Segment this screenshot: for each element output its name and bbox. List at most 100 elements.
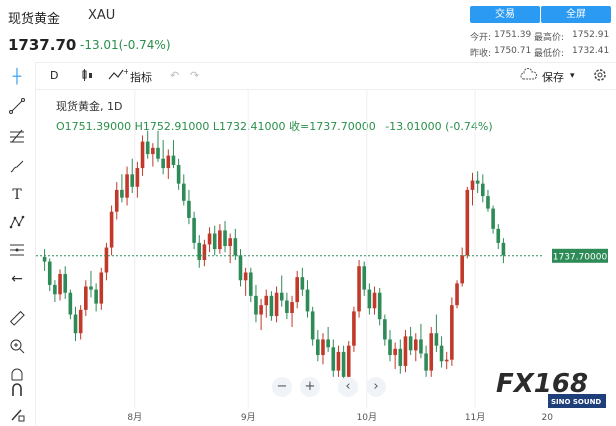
candle-body <box>197 242 202 260</box>
magnet-icon[interactable] <box>8 382 26 400</box>
cloud-icon[interactable] <box>520 68 538 85</box>
candle-body <box>341 351 346 377</box>
candle-body <box>424 353 428 371</box>
scroll-right-button[interactable]: › <box>366 377 386 397</box>
candle-body <box>135 168 140 187</box>
candle-body <box>176 164 181 184</box>
candle-body <box>218 230 222 250</box>
candle-body <box>269 295 274 317</box>
candle-body <box>367 289 372 309</box>
candle-body <box>491 208 495 229</box>
last-price: 1737.70 <box>8 36 77 54</box>
crosshair-icon[interactable]: ┼ <box>8 68 26 86</box>
quote-header: 现货黄金 XAU 1737.70 -13.01(-0.74%) 交易 全屏 今开… <box>0 0 616 62</box>
lock-drawings-icon[interactable] <box>8 406 26 424</box>
candle-body <box>89 286 93 290</box>
indicators-button[interactable]: 指标 <box>130 69 152 85</box>
candle-body <box>475 180 480 184</box>
candle-body <box>279 292 284 301</box>
chart-toolbar: D + 指标 ↶ ↷ 保存 ▾ <box>0 62 616 90</box>
zoom-in-icon[interactable] <box>8 338 26 356</box>
candle-body <box>42 256 47 262</box>
candle-body <box>187 200 191 218</box>
scroll-left-button[interactable]: ‹ <box>338 377 358 397</box>
candle-body <box>63 274 68 293</box>
fib-tool-icon[interactable] <box>8 128 26 146</box>
drawing-toolbar: ┼ T ← <box>0 62 36 426</box>
candle-body <box>223 230 227 246</box>
save-button[interactable]: 保存 <box>542 69 564 85</box>
candle-body <box>104 247 109 273</box>
svg-text:SINO SOUND: SINO SOUND <box>551 398 601 406</box>
candle-body <box>78 309 83 334</box>
candle-body <box>94 289 98 304</box>
high-value: 1752.91 <box>572 30 610 40</box>
candle-body <box>346 345 351 377</box>
candle-body <box>408 336 413 351</box>
back-arrow-icon[interactable]: ← <box>8 270 26 288</box>
undo-icon[interactable]: ↶ <box>170 69 179 82</box>
today-open-label: 今开: <box>470 33 492 43</box>
candle-body <box>120 189 124 198</box>
candle-body <box>125 174 129 198</box>
candle-body <box>326 339 330 348</box>
indicators-icon[interactable]: + <box>108 67 130 86</box>
candle-body <box>377 292 382 320</box>
prev-close-label: 昨收: <box>470 49 492 59</box>
today-open-value: 1751.39 <box>494 30 532 40</box>
save-dropdown-icon[interactable]: ▾ <box>570 71 575 81</box>
ruler-icon[interactable] <box>8 310 26 328</box>
candle-body <box>460 255 464 284</box>
candle-body <box>310 311 315 340</box>
interval-selector[interactable]: D <box>50 69 58 82</box>
prev-close-value: 1750.71 <box>494 46 532 56</box>
candle-body <box>372 292 377 309</box>
candle-body <box>156 147 160 159</box>
redo-icon[interactable]: ↷ <box>190 69 199 82</box>
candle-body <box>290 302 294 313</box>
candle-body <box>316 339 320 356</box>
brush-icon[interactable] <box>8 158 26 176</box>
candle-body <box>388 339 392 356</box>
candle-body <box>434 333 439 346</box>
x-tick-label: 10月 <box>357 412 377 423</box>
candle-body <box>444 359 449 362</box>
candle-body <box>109 211 114 248</box>
candle-body <box>419 339 423 354</box>
candle-body <box>439 345 444 362</box>
candle-body <box>470 180 475 190</box>
candle-body <box>151 147 155 155</box>
zoom-in-button[interactable]: + <box>300 377 320 397</box>
candle-body <box>202 244 207 260</box>
candle-body <box>321 339 325 356</box>
price-tag-label: 1737.70000 <box>553 252 608 262</box>
text-tool-icon[interactable]: T <box>8 186 26 204</box>
pattern-tool-icon[interactable] <box>8 214 26 232</box>
candle-body <box>53 284 57 295</box>
measure-tool-icon[interactable] <box>8 242 26 260</box>
candle-body <box>238 255 243 281</box>
candle-body <box>305 289 310 312</box>
candle-body <box>73 314 78 334</box>
fullscreen-button[interactable]: 全屏 <box>541 6 611 23</box>
candle-body <box>486 196 490 209</box>
candle-body <box>47 261 52 285</box>
x-tick-label: 8月 <box>127 412 142 423</box>
instrument-title: 现货黄金 <box>8 12 61 27</box>
candle-body <box>480 183 485 197</box>
candle-body <box>84 286 88 310</box>
candle-body <box>233 238 238 256</box>
candle-body <box>99 272 104 304</box>
x-tick-label: 9月 <box>241 412 256 423</box>
svg-text:+: + <box>123 67 128 76</box>
candle-type-icon[interactable] <box>80 68 94 85</box>
low-value: 1732.41 <box>572 46 610 56</box>
trade-button[interactable]: 交易 <box>470 6 540 23</box>
candle-body <box>357 266 361 312</box>
fx168-logo: FX168 SINO SOUND <box>494 364 608 412</box>
settings-icon[interactable] <box>592 67 608 86</box>
zoom-out-button[interactable]: − <box>272 377 292 397</box>
candle-body <box>465 189 470 256</box>
candle-body <box>114 189 119 212</box>
trend-line-icon[interactable] <box>8 98 26 116</box>
